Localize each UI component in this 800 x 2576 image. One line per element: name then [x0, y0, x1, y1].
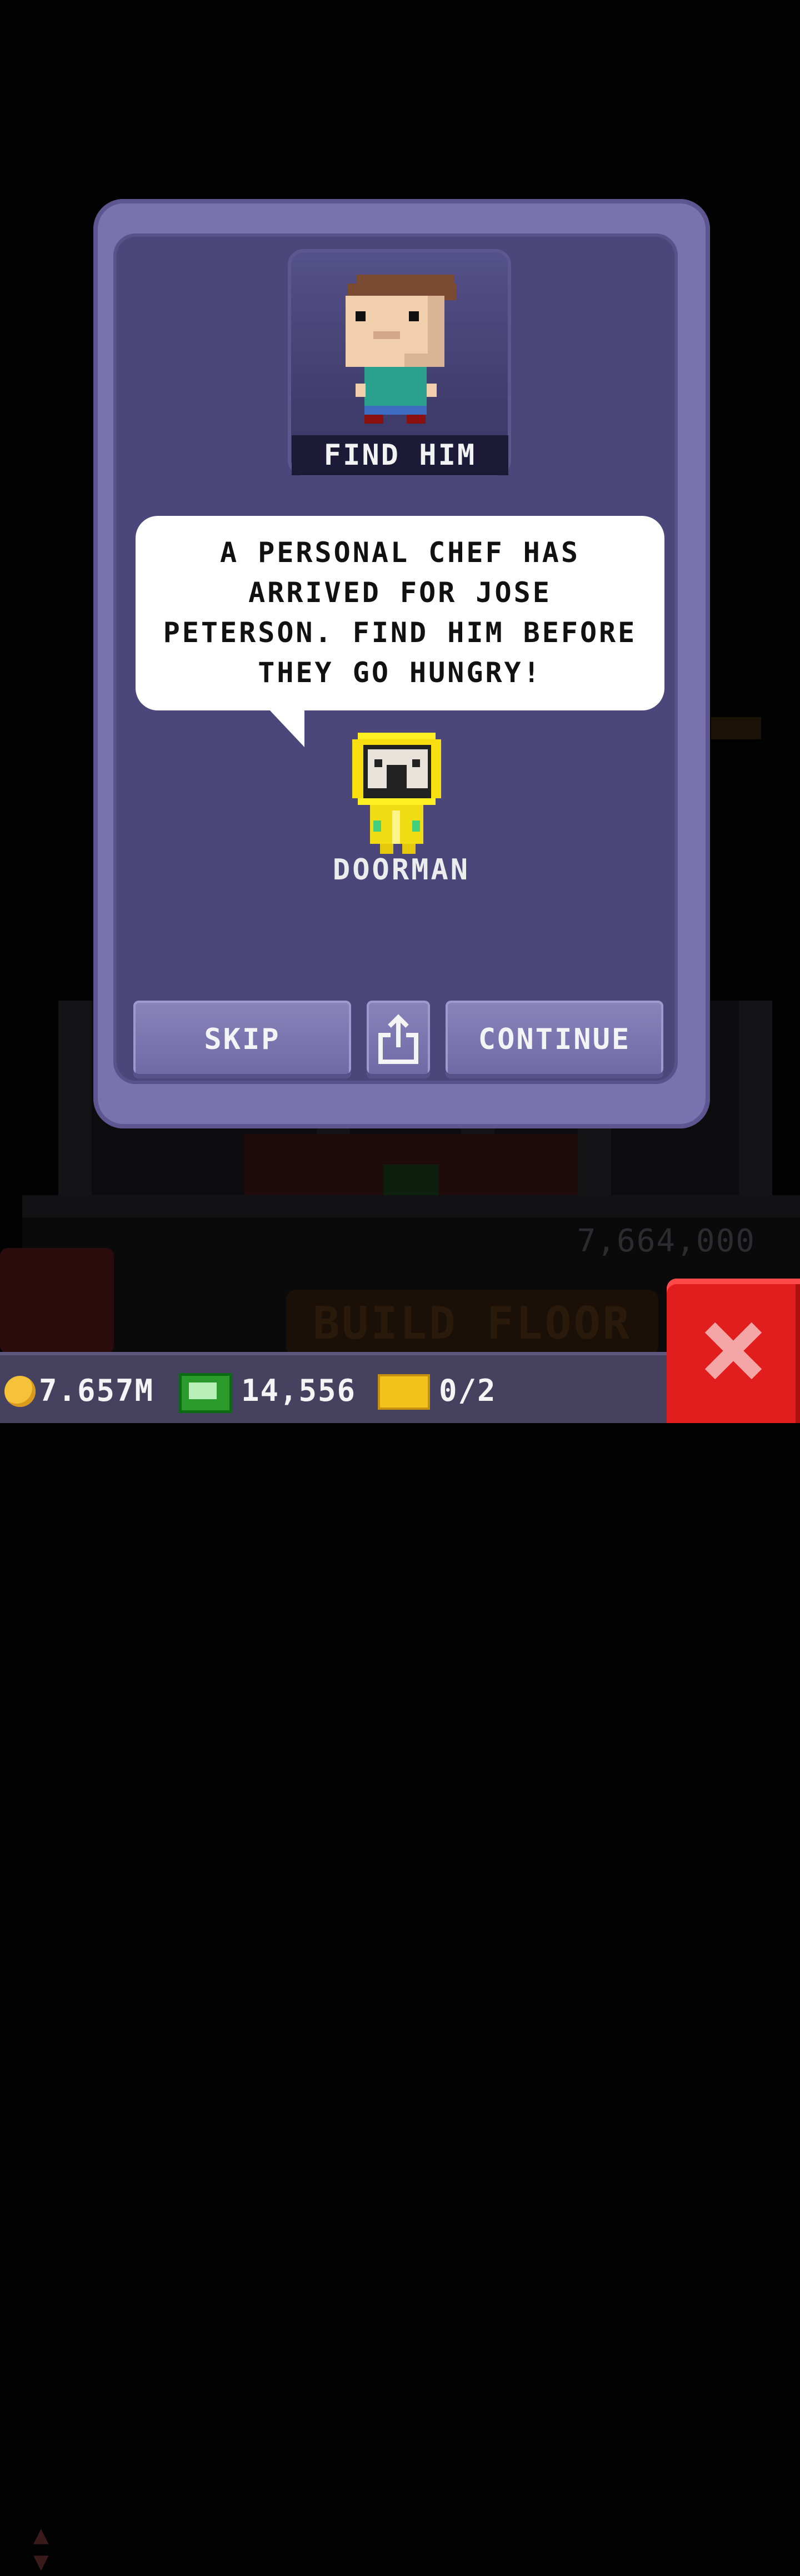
tickets-value: 0/2	[439, 1373, 497, 1408]
ticket-icon	[378, 1374, 430, 1410]
skip-button[interactable]: SKIP	[133, 1001, 351, 1078]
tower-bux-icon-detail	[189, 1383, 217, 1399]
bux-value: 14,556	[241, 1373, 357, 1408]
floor-price: 7,664,000	[577, 1223, 756, 1259]
mission-message: A PERSONAL CHEF HAS ARRIVED FOR JOSE PET…	[163, 536, 637, 689]
floor-pillar	[58, 1001, 92, 1195]
bitizen-sprite	[711, 717, 761, 739]
close-button[interactable]	[667, 1279, 800, 1423]
continue-button[interactable]: CONTINUE	[446, 1001, 663, 1078]
bag-icon	[383, 1165, 439, 1198]
share-icon	[378, 1014, 418, 1064]
close-icon	[704, 1322, 762, 1380]
coins-value: 7.657M	[39, 1373, 154, 1408]
find-him-label: FIND HIM	[292, 435, 508, 475]
up-down-arrows-icon: ▲ ▼	[33, 2519, 49, 2576]
build-floor-button[interactable]: BUILD FLOOR	[286, 1290, 658, 1356]
floor-pillar	[739, 1001, 772, 1195]
npc-name: DOORMAN	[332, 853, 471, 887]
bitizen-portrait-icon	[346, 275, 457, 424]
speech-bubble-tail	[269, 709, 304, 747]
doorman-sprite-icon	[352, 733, 441, 854]
elevator-button[interactable]: ▲ ▼	[0, 1248, 114, 2574]
coin-icon	[4, 1376, 36, 1407]
share-button[interactable]	[367, 1001, 430, 1078]
